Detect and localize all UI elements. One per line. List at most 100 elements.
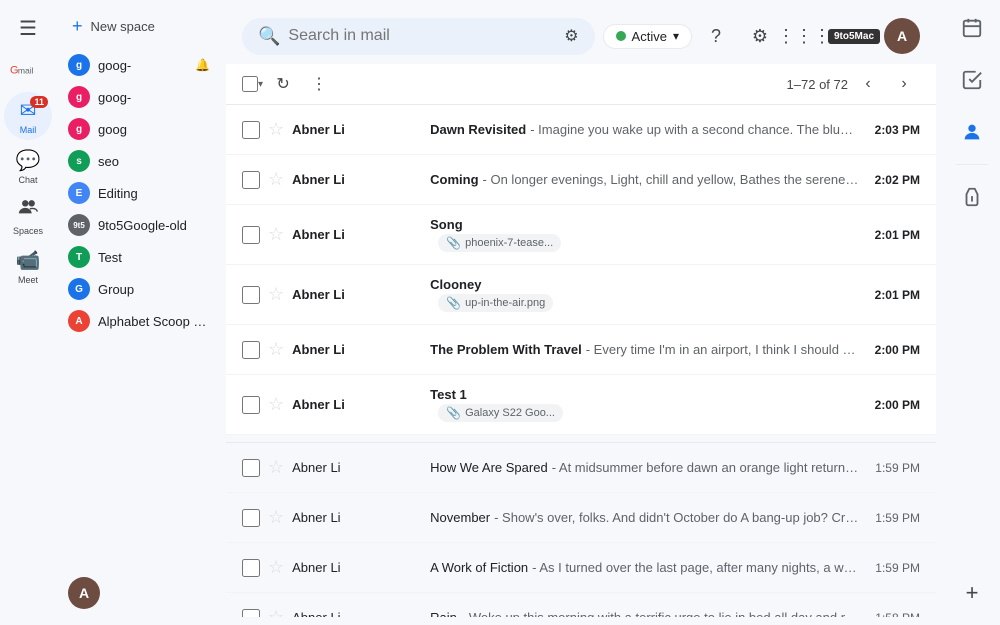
email-checkbox[interactable] <box>242 459 260 477</box>
email-row[interactable]: ☆ Abner Li Coming - On longer evenings, … <box>226 155 936 205</box>
more-icon: ⋮ <box>311 74 327 94</box>
star-icon[interactable]: ☆ <box>268 507 284 528</box>
email-snippet: - Every time I'm in an airport, I think … <box>586 342 859 357</box>
email-row[interactable]: ☆ Abner Li A Work of Fiction - As I turn… <box>226 543 936 593</box>
next-page-button[interactable]: › <box>888 68 920 100</box>
chevron-down-icon: ▾ <box>673 29 679 43</box>
email-checkbox[interactable] <box>242 121 260 139</box>
attachment-icon: 📎 <box>446 406 461 420</box>
email-checkbox[interactable] <box>242 226 260 244</box>
star-icon[interactable]: ☆ <box>268 557 284 578</box>
settings-button[interactable]: ⚙ <box>740 16 780 56</box>
email-row[interactable]: ☆ Abner Li November - Show's over, folks… <box>226 493 936 543</box>
meet-label: Meet <box>18 275 38 285</box>
email-row[interactable]: ☆ Abner Li Clooney 📎 up-in-the-air.png 2… <box>226 265 936 325</box>
sender-name: Abner Li <box>292 342 422 357</box>
email-subject: November <box>430 510 490 525</box>
header: 🔍 ⚙ Active ▾ ? ⚙ ⋮⋮⋮ 9to5Mac A <box>226 8 936 64</box>
email-row[interactable]: ☆ Abner Li How We Are Spared - At midsum… <box>226 443 936 493</box>
user-avatar[interactable]: A <box>884 18 920 54</box>
sidebar-item-goog2[interactable]: g goog- <box>56 81 218 113</box>
email-row[interactable]: ☆ Abner Li Dawn Revisited - Imagine you … <box>226 105 936 155</box>
sidebar-item-group[interactable]: G Group <box>56 273 218 305</box>
star-icon[interactable]: ☆ <box>268 119 284 140</box>
star-icon[interactable]: ☆ <box>268 607 284 617</box>
star-icon[interactable]: ☆ <box>268 339 284 360</box>
nav-mail-button[interactable]: ✉ 11 Mail <box>4 92 52 140</box>
calendar-panel-button[interactable] <box>948 4 996 52</box>
attachment-icon: 📎 <box>446 296 461 310</box>
pager-text: 1–72 of 72 <box>787 77 848 92</box>
search-input[interactable] <box>288 27 556 45</box>
star-icon[interactable]: ☆ <box>268 224 284 245</box>
tasks-panel-button[interactable] <box>948 56 996 104</box>
apps-button[interactable]: ⋮⋮⋮ <box>784 16 824 56</box>
sidebar-item-9to5[interactable]: 9t5 9to5Google-old <box>56 209 218 241</box>
new-space-button[interactable]: + New space <box>56 8 218 45</box>
active-status-button[interactable]: Active ▾ <box>603 24 692 49</box>
mail-label: Mail <box>20 125 37 135</box>
select-dropdown-icon[interactable]: ▾ <box>258 79 263 90</box>
nav-chat-button[interactable]: 💬 Chat <box>4 142 52 190</box>
spaces-icon <box>17 196 39 224</box>
email-checkbox[interactable] <box>242 286 260 304</box>
email-group-divider <box>226 435 936 443</box>
sidebar-item-goog1[interactable]: g goog- 🔔 <box>56 49 218 81</box>
email-subject: A Work of Fiction <box>430 560 528 575</box>
email-checkbox[interactable] <box>242 609 260 618</box>
sidebar-item-alphabet[interactable]: A Alphabet Scoop 013 <box>56 305 218 337</box>
star-icon[interactable]: ☆ <box>268 169 284 190</box>
email-checkbox[interactable] <box>242 396 260 414</box>
sidebar-item-label-9to5: 9to5Google-old <box>98 218 210 233</box>
email-checkbox[interactable] <box>242 509 260 527</box>
search-filter-icon[interactable]: ⚙ <box>564 26 578 46</box>
nav-menu-button[interactable]: ☰ <box>4 4 52 52</box>
email-content: Test 1 📎 Galaxy S22 Goo... <box>430 387 859 422</box>
star-icon[interactable]: ☆ <box>268 284 284 305</box>
select-all-checkbox[interactable] <box>242 76 258 92</box>
sidebar: + New space g goog- 🔔 g goog- g goog s s… <box>56 0 226 625</box>
add-panel-button[interactable]: + <box>948 569 996 617</box>
refresh-icon: ↻ <box>276 74 289 94</box>
email-checkbox[interactable] <box>242 171 260 189</box>
keep-panel-button[interactable] <box>948 173 996 221</box>
help-button[interactable]: ? <box>696 16 736 56</box>
attachment-pill: 📎 Galaxy S22 Goo... <box>438 404 563 422</box>
nav-spaces-button[interactable]: Spaces <box>4 192 52 240</box>
contacts-panel-button[interactable] <box>948 108 996 156</box>
email-snippet: - Woke up this morning with a terrific u… <box>461 610 859 617</box>
prev-page-button[interactable]: ‹ <box>852 68 884 100</box>
email-row[interactable]: ☆ Abner Li Test 1 📎 Galaxy S22 Goo... 2:… <box>226 375 936 435</box>
email-snippet: - On longer evenings, Light, chill and y… <box>483 172 859 187</box>
star-icon[interactable]: ☆ <box>268 457 284 478</box>
sidebar-user-avatar[interactable]: A <box>68 577 100 609</box>
email-content: Rain - Woke up this morning with a terri… <box>430 610 859 617</box>
email-time: 2:01 PM <box>875 228 920 242</box>
sidebar-item-goog3[interactable]: g goog <box>56 113 218 145</box>
mute-icon-goog1: 🔔 <box>195 58 210 72</box>
email-row[interactable]: ☆ Abner Li Rain - Woke up this morning w… <box>226 593 936 617</box>
sidebar-item-seo[interactable]: s seo <box>56 145 218 177</box>
email-list: ☆ Abner Li Dawn Revisited - Imagine you … <box>226 105 936 617</box>
header-right: Active ▾ ? ⚙ ⋮⋮⋮ 9to5Mac A <box>603 16 920 56</box>
apps-icon: ⋮⋮⋮ <box>777 26 831 47</box>
email-time: 1:59 PM <box>875 561 920 575</box>
email-checkbox[interactable] <box>242 341 260 359</box>
search-icon: 🔍 <box>258 26 280 47</box>
star-icon[interactable]: ☆ <box>268 394 284 415</box>
sidebar-item-test[interactable]: T Test <box>56 241 218 273</box>
search-bar[interactable]: 🔍 ⚙ <box>242 18 595 55</box>
sidebar-item-label-group: Group <box>98 282 210 297</box>
email-time: 1:58 PM <box>875 611 920 618</box>
sidebar-item-label-goog3: goog <box>98 122 210 137</box>
email-checkbox[interactable] <box>242 559 260 577</box>
sidebar-item-editing[interactable]: E Editing <box>56 177 218 209</box>
email-row[interactable]: ☆ Abner Li The Problem With Travel - Eve… <box>226 325 936 375</box>
more-options-button[interactable]: ⋮ <box>303 68 335 100</box>
attachment-pill: 📎 phoenix-7-tease... <box>438 234 561 252</box>
select-all-area[interactable]: ▾ <box>242 76 263 92</box>
attachment-icon: 📎 <box>446 236 461 250</box>
refresh-button[interactable]: ↻ <box>267 68 299 100</box>
nav-meet-button[interactable]: 📹 Meet <box>4 242 52 290</box>
email-row[interactable]: ☆ Abner Li Song 📎 phoenix-7-tease... 2:0… <box>226 205 936 265</box>
